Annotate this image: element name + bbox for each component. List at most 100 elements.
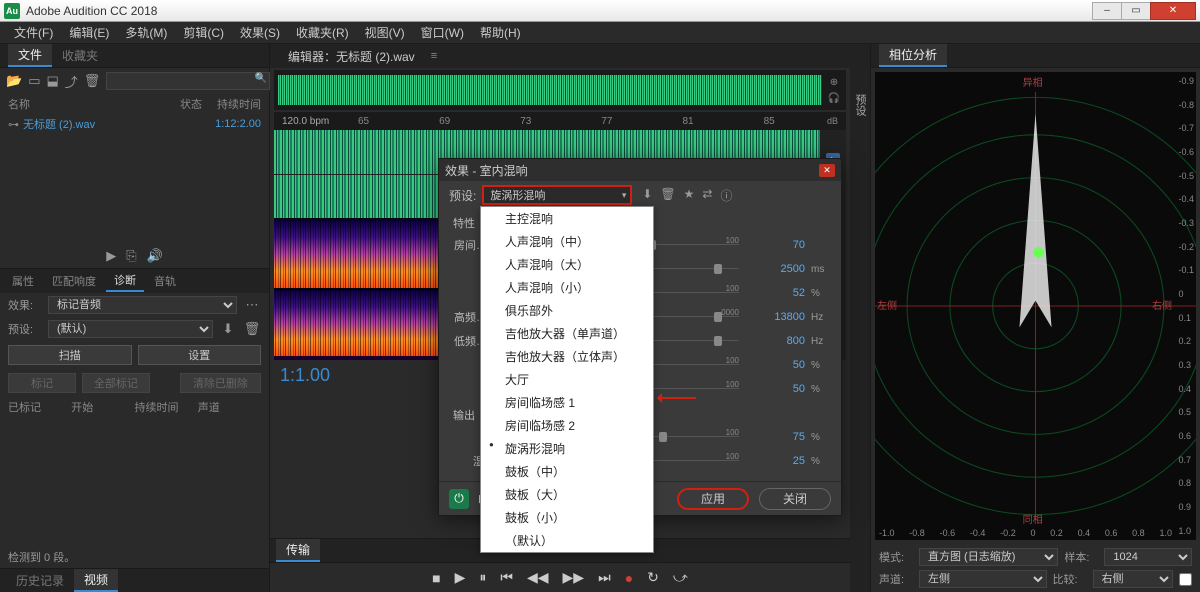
dropdown-item[interactable]: 主控混响 [481, 207, 653, 230]
col-status[interactable]: 状态 [171, 96, 211, 112]
play-button[interactable]: ▶ [455, 569, 466, 586]
menu-view[interactable]: 视图(V) [357, 22, 413, 43]
pause-button[interactable]: ⏸ [479, 569, 486, 586]
skip-start-button[interactable]: ⏮ [500, 569, 513, 586]
dialog-close-button-2[interactable]: 关闭 [759, 488, 831, 510]
record-icon[interactable]: ▭ [28, 72, 40, 90]
dropdown-item[interactable]: 房间临场感 1 [481, 391, 653, 414]
forward-button[interactable]: ▶▶ [563, 569, 585, 586]
col-channel[interactable]: 声道 [198, 399, 261, 415]
dialog-preset-select[interactable]: 旋涡形混响 [482, 185, 632, 205]
volume-icon[interactable]: 🔊 [147, 248, 163, 264]
mark-button[interactable]: 标记 [8, 373, 76, 393]
editor-tab[interactable]: 编辑器：无标题 (2).wav [278, 46, 425, 67]
dropdown-item[interactable]: 大厅 [481, 368, 653, 391]
download-preset-icon[interactable]: ⬇ [642, 187, 652, 204]
dropdown-item[interactable]: 鼓板（小） [481, 506, 653, 529]
skip-selection-icon[interactable]: ⤻ [673, 569, 688, 586]
tab-properties[interactable]: 属性 [4, 271, 42, 291]
col-mduration[interactable]: 持续时间 [135, 399, 198, 415]
mark-all-button[interactable]: 全部标记 [82, 373, 150, 393]
menu-favorites[interactable]: 收藏夹(R) [288, 22, 357, 43]
waveform-overview[interactable]: ⊕ 🎧 [274, 70, 846, 110]
param-value[interactable]: 25 [745, 455, 805, 467]
mode-select[interactable]: 直方图 (日志缩放) [919, 548, 1058, 566]
col-marked[interactable]: 已标记 [8, 399, 71, 415]
headphones-icon[interactable]: 🎧 [826, 91, 842, 105]
collapsed-presets-strip[interactable]: 预设 [850, 44, 870, 592]
skip-end-button[interactable]: ⏭ [598, 569, 611, 586]
apply-button[interactable]: 应用 [677, 488, 749, 510]
stop-button[interactable]: ■ [432, 570, 440, 586]
tab-favorites[interactable]: 收藏夹 [52, 45, 108, 66]
dropdown-item[interactable]: 旋涡形混响 [481, 437, 653, 460]
param-value[interactable]: 50 [745, 359, 805, 371]
param-value[interactable]: 800 [745, 335, 805, 347]
zoom-icon[interactable]: ⊕ [826, 75, 842, 89]
play-icon[interactable]: ▶ [106, 248, 116, 264]
compare-select[interactable]: 右侧 [1093, 570, 1174, 588]
scan-button[interactable]: 扫描 [8, 345, 132, 365]
insert-icon[interactable]: ⬓ [46, 72, 58, 90]
info-icon[interactable]: ⓘ [720, 187, 732, 204]
loop-button[interactable]: ↻ [647, 569, 659, 586]
tab-files[interactable]: 文件 [8, 44, 52, 67]
file-row[interactable]: ⊶无标题 (2).wav 1:12:2.00 [0, 114, 269, 134]
dropdown-item[interactable]: 人声混响（小） [481, 276, 653, 299]
param-value[interactable]: 52 [745, 287, 805, 299]
delete-preset-icon[interactable]: 🗑 [243, 320, 261, 338]
menu-clip[interactable]: 剪辑(C) [175, 22, 232, 43]
dropdown-item[interactable]: 人声混响（大） [481, 253, 653, 276]
param-value[interactable]: 13800 [745, 311, 805, 323]
dropdown-item[interactable]: 鼓板（中） [481, 460, 653, 483]
trash-icon[interactable]: 🗑 [84, 72, 101, 90]
close-button[interactable]: ✕ [1150, 2, 1196, 20]
col-start[interactable]: 开始 [71, 399, 134, 415]
channel-select[interactable]: 左侧 [919, 570, 1047, 588]
menu-file[interactable]: 文件(F) [6, 22, 61, 43]
tab-history[interactable]: 历史记录 [6, 570, 74, 591]
dropdown-item[interactable]: 吉他放大器（单声道） [481, 322, 653, 345]
sample-select[interactable]: 1024 [1104, 548, 1192, 566]
dropdown-item[interactable]: 吉他放大器（立体声） [481, 345, 653, 368]
tab-loudness[interactable]: 匹配响度 [44, 271, 104, 291]
tab-video[interactable]: 视频 [74, 569, 118, 592]
effect-options-icon[interactable]: ⋯ [243, 296, 261, 314]
menu-edit[interactable]: 编辑(E) [61, 22, 117, 43]
menu-effects[interactable]: 效果(S) [232, 22, 288, 43]
delete-preset-icon[interactable]: 🗑 [660, 187, 675, 204]
favorite-preset-icon[interactable]: ★ [684, 187, 695, 204]
tab-diagnostics[interactable]: 诊断 [106, 270, 144, 292]
time-ruler[interactable]: 120.0 bpm 65 69 73 77 81 85 dB [274, 112, 846, 130]
power-button[interactable]: ⏻ [449, 489, 469, 509]
menu-window[interactable]: 窗口(W) [413, 22, 472, 43]
col-duration[interactable]: 持续时间 [211, 96, 261, 112]
dropdown-item[interactable]: 鼓板（大） [481, 483, 653, 506]
files-search-input[interactable] [106, 72, 270, 90]
maximize-button[interactable]: ▭ [1121, 2, 1151, 20]
param-value[interactable]: 50 [745, 383, 805, 395]
minimize-button[interactable]: ‒ [1092, 2, 1122, 20]
menu-help[interactable]: 帮助(H) [472, 22, 529, 43]
editor-menu-icon[interactable]: ≡ [431, 50, 437, 62]
dropdown-item[interactable]: （默认） [481, 529, 653, 552]
tab-phase[interactable]: 相位分析 [879, 44, 947, 67]
dropdown-item[interactable]: 人声混响（中） [481, 230, 653, 253]
loop-icon[interactable]: ⎘ [126, 248, 136, 264]
dialog-close-button[interactable]: ✕ [819, 164, 835, 177]
settings-button[interactable]: 设置 [138, 345, 262, 365]
clear-deleted-button[interactable]: 清除已删除 [180, 373, 261, 393]
open-file-icon[interactable]: 📂 [6, 72, 22, 90]
upload-icon[interactable]: ⤴ [65, 72, 78, 90]
toggle-a-icon[interactable]: ⇄ [702, 187, 712, 204]
tab-track[interactable]: 音轨 [146, 271, 184, 291]
compare-checkbox[interactable] [1179, 573, 1192, 586]
param-value[interactable]: 2500 [745, 263, 805, 275]
menu-multitrack[interactable]: 多轨(M) [117, 22, 175, 43]
save-preset-icon[interactable]: ⬇ [219, 320, 237, 338]
tab-transfer[interactable]: 传输 [276, 539, 320, 562]
rewind-button[interactable]: ◀◀ [527, 569, 549, 586]
effect-select[interactable]: 标记音频 [48, 296, 237, 314]
col-name[interactable]: 名称 [8, 96, 171, 112]
dropdown-item[interactable]: 俱乐部外 [481, 299, 653, 322]
